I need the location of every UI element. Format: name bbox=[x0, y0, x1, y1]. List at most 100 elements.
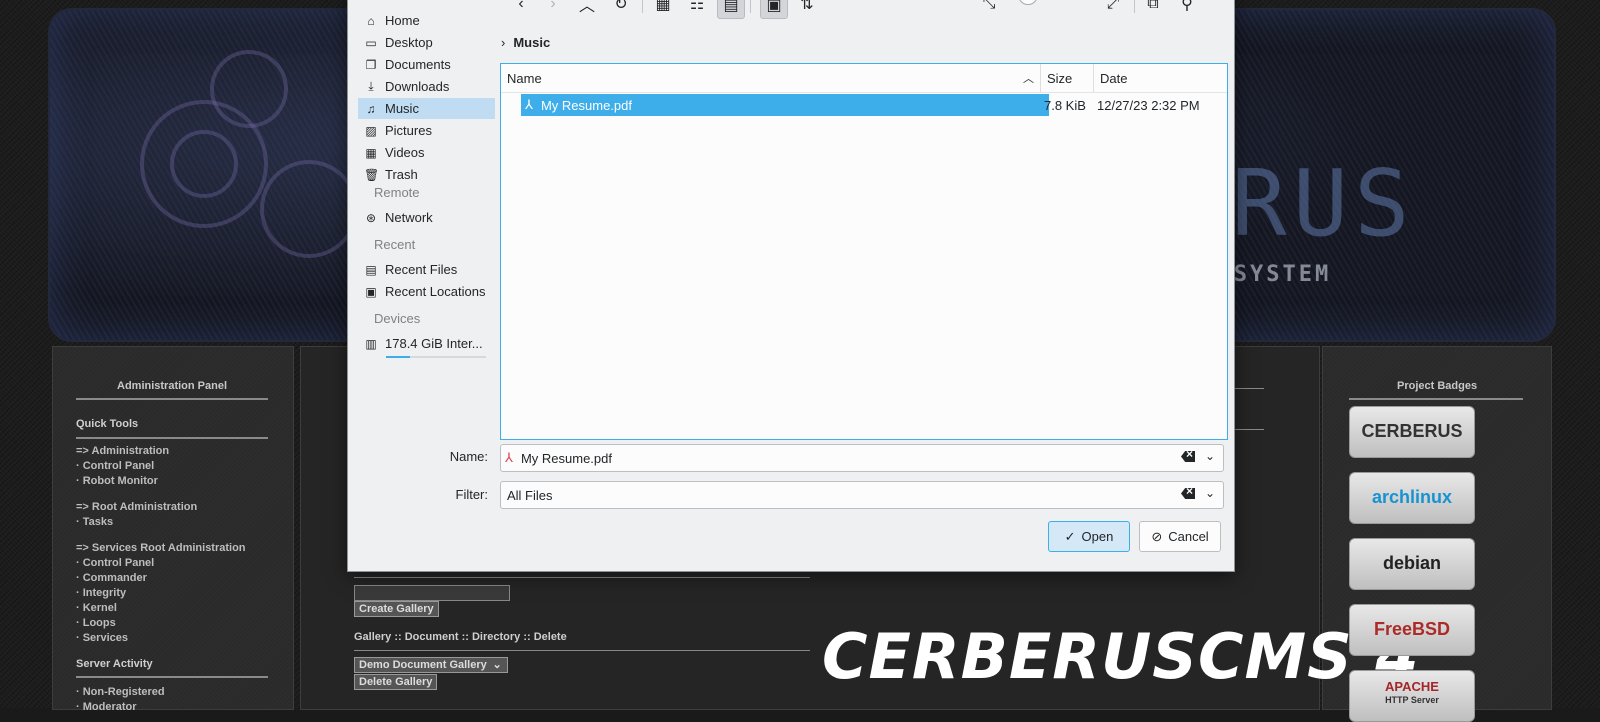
new-folder-button[interactable]: ⧉ bbox=[1140, 0, 1166, 17]
forward-button[interactable]: › bbox=[540, 0, 566, 17]
create-gallery-button[interactable]: Create Gallery bbox=[354, 601, 439, 617]
documents-icon: ❐ bbox=[365, 57, 377, 72]
zoom-slider-handle[interactable] bbox=[1018, 0, 1038, 5]
downloads-icon: ⤓ bbox=[368, 79, 374, 93]
place-label: Downloads bbox=[385, 79, 450, 94]
place-label: Music bbox=[385, 101, 419, 116]
divider bbox=[76, 676, 268, 678]
file-row[interactable]: ⅄ My Resume.pdf 7.8 KiB 12/27/23 2:32 PM bbox=[501, 94, 1227, 116]
admin-link[interactable]: · Robot Monitor bbox=[76, 475, 158, 487]
toolbar-separator bbox=[642, 0, 643, 13]
icons-view-button[interactable]: ▦ bbox=[650, 0, 676, 17]
badge-label: FreeBSD bbox=[1373, 619, 1451, 639]
breadcrumb[interactable]: › Music bbox=[501, 35, 550, 50]
compact-view-button[interactable]: ☷ bbox=[684, 0, 710, 17]
admin-link[interactable]: · Services bbox=[76, 632, 128, 644]
place-label: Pictures bbox=[385, 123, 432, 138]
place-documents[interactable]: ❐ Documents bbox=[358, 54, 495, 75]
admin-link[interactable]: · Control Panel bbox=[76, 557, 154, 569]
reload-button[interactable]: ↻ bbox=[608, 0, 634, 17]
preview-button[interactable]: ▣ bbox=[760, 0, 788, 19]
admin-link[interactable]: · Commander bbox=[76, 572, 147, 584]
place-music[interactable]: ♫ Music bbox=[358, 98, 495, 119]
gallery-name-input[interactable] bbox=[354, 585, 510, 601]
icons-view-icon: ▦ bbox=[655, 0, 671, 13]
admin-link[interactable]: · Kernel bbox=[76, 602, 117, 614]
toolbar-separator bbox=[750, 0, 751, 13]
cancel-icon: ⊘ bbox=[1151, 528, 1163, 544]
place-downloads[interactable]: ⤓ Downloads bbox=[358, 76, 495, 97]
file-name-cell[interactable]: ⅄ My Resume.pdf bbox=[521, 94, 1049, 116]
column-header-name[interactable]: Name ︿ bbox=[501, 64, 1041, 92]
network-icon: ⊛ bbox=[365, 210, 377, 225]
clear-text-icon[interactable] bbox=[1181, 451, 1195, 462]
badge-archlinux[interactable]: archlinux bbox=[1349, 472, 1475, 524]
place-recent-locations[interactable]: ▣ Recent Locations bbox=[358, 281, 495, 302]
compact-view-icon: ☷ bbox=[689, 0, 705, 13]
admin-link[interactable]: => Root Administration bbox=[76, 501, 197, 513]
place-pictures[interactable]: ▨ Pictures bbox=[358, 120, 495, 141]
place-home[interactable]: ⌂ Home bbox=[358, 10, 495, 31]
place-desktop[interactable]: ▭ Desktop bbox=[358, 32, 495, 53]
gallery-links[interactable]: Gallery :: Document :: Directory :: Dele… bbox=[354, 631, 567, 643]
file-date: 12/27/23 2:32 PM bbox=[1097, 97, 1200, 113]
admin-link[interactable]: · Control Panel bbox=[76, 460, 154, 472]
zoom-out-button[interactable]: ⤡ bbox=[976, 0, 1002, 17]
zoom-in-icon: ⤢ bbox=[1106, 0, 1120, 12]
options-button[interactable]: ⚲ bbox=[1174, 0, 1200, 17]
admin-link[interactable]: · Tasks bbox=[76, 516, 113, 528]
open-button[interactable]: ✓ Open bbox=[1048, 521, 1130, 552]
chevron-down-icon[interactable]: ⌄ bbox=[1205, 449, 1215, 463]
clear-text-icon[interactable] bbox=[1181, 488, 1195, 499]
place-videos[interactable]: ▦ Videos bbox=[358, 142, 495, 163]
cancel-button-label: Cancel bbox=[1168, 529, 1209, 544]
swirl-decoration bbox=[170, 130, 238, 198]
admin-panel-title: Administration Panel bbox=[117, 380, 228, 392]
details-view-icon: ▤ bbox=[723, 0, 739, 14]
column-header-size[interactable]: Size bbox=[1041, 64, 1094, 92]
gallery-select[interactable]: Demo Document Gallery ⌄ bbox=[354, 657, 508, 673]
admin-link[interactable]: · Integrity bbox=[76, 587, 126, 599]
admin-link[interactable]: · Loops bbox=[76, 617, 116, 629]
place-label: Desktop bbox=[385, 35, 433, 50]
badge-debian[interactable]: debian bbox=[1349, 538, 1475, 590]
admin-link[interactable]: => Services Root Administration bbox=[76, 542, 246, 554]
place-label: Recent Locations bbox=[385, 284, 486, 299]
details-view-button[interactable]: ▤ bbox=[717, 0, 745, 19]
place-device[interactable]: ▥ 178.4 GiB Inter... bbox=[358, 333, 495, 354]
place-label: Documents bbox=[385, 57, 451, 72]
column-header-date[interactable]: Date bbox=[1094, 64, 1227, 92]
delete-gallery-button[interactable]: Delete Gallery bbox=[354, 674, 438, 690]
sort-ascending-icon: ︿ bbox=[1023, 73, 1034, 85]
chevron-down-icon[interactable]: ⌄ bbox=[1205, 486, 1215, 500]
badge-label: APACHE bbox=[1385, 679, 1439, 694]
admin-link[interactable]: => Administration bbox=[76, 445, 169, 457]
badge-label: archlinux bbox=[1371, 487, 1453, 507]
badge-apache[interactable]: APACHE HTTP Server bbox=[1349, 670, 1475, 722]
badge-cerberus[interactable]: CERBERUS bbox=[1349, 406, 1475, 458]
file-list-view[interactable]: Name ︿ Size Date ⅄ My Resume.pdf 7.8 KiB… bbox=[500, 63, 1228, 440]
filter-combobox[interactable]: All Files ⌄ bbox=[500, 481, 1224, 509]
parent-folder-button[interactable]: ︿ bbox=[574, 0, 600, 17]
place-network[interactable]: ⊛ Network bbox=[358, 207, 495, 228]
filename-combobox[interactable]: ⅄ My Resume.pdf ⌄ bbox=[500, 444, 1224, 472]
badge-freebsd[interactable]: FreeBSD bbox=[1349, 604, 1475, 656]
zoom-in-button[interactable]: ⤢ bbox=[1100, 0, 1126, 17]
options-icon: ⚲ bbox=[1181, 0, 1193, 13]
back-button[interactable]: ‹ bbox=[508, 0, 534, 17]
place-label: Network bbox=[385, 210, 433, 225]
place-recent-files[interactable]: ▤ Recent Files bbox=[358, 259, 495, 280]
place-label: Trash bbox=[385, 167, 418, 182]
sort-button[interactable]: ⇅ bbox=[794, 0, 820, 17]
checkmark-icon: ✓ bbox=[1064, 528, 1076, 544]
column-header-label: Date bbox=[1100, 70, 1128, 86]
breadcrumb-current: Music bbox=[513, 35, 551, 50]
activity-item: · Non-Registered bbox=[76, 686, 165, 698]
file-name: My Resume.pdf bbox=[540, 97, 632, 113]
cancel-button[interactable]: ⊘ Cancel bbox=[1139, 521, 1221, 552]
chevron-right-icon: › bbox=[501, 35, 506, 50]
quick-tools-heading: Quick Tools bbox=[76, 418, 139, 430]
divider bbox=[354, 577, 810, 578]
place-trash[interactable]: 🗑 Trash bbox=[358, 164, 495, 185]
up-arrow-icon: ︿ bbox=[578, 0, 595, 15]
